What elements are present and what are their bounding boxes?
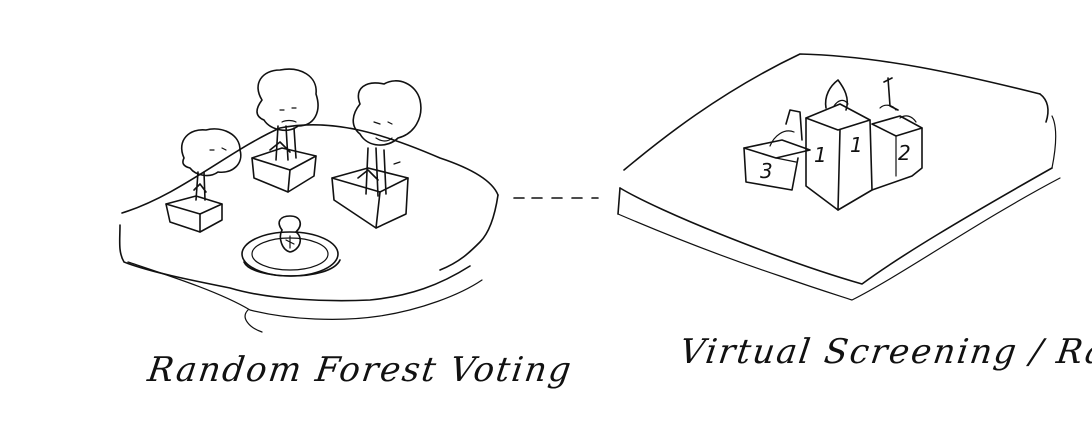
tree-small-icon	[165, 128, 242, 233]
rank-label-left: 3	[760, 159, 773, 183]
rank-label-center-a: 1	[814, 143, 827, 167]
rank-label-center-b: 1	[850, 133, 863, 157]
tree-happy-icon	[331, 80, 422, 229]
left-platform	[118, 123, 499, 333]
caption-random-forest-voting: Random Forest Voting	[145, 350, 576, 390]
caption-virtual-screening-ranking: Virtual Screening / Ranking	[677, 332, 1092, 372]
seed-pot-icon	[241, 215, 341, 277]
tree-sad-icon	[251, 68, 319, 193]
rank-label-right: 2	[898, 141, 911, 165]
podium-icon: 3 1 1 2	[743, 77, 923, 211]
